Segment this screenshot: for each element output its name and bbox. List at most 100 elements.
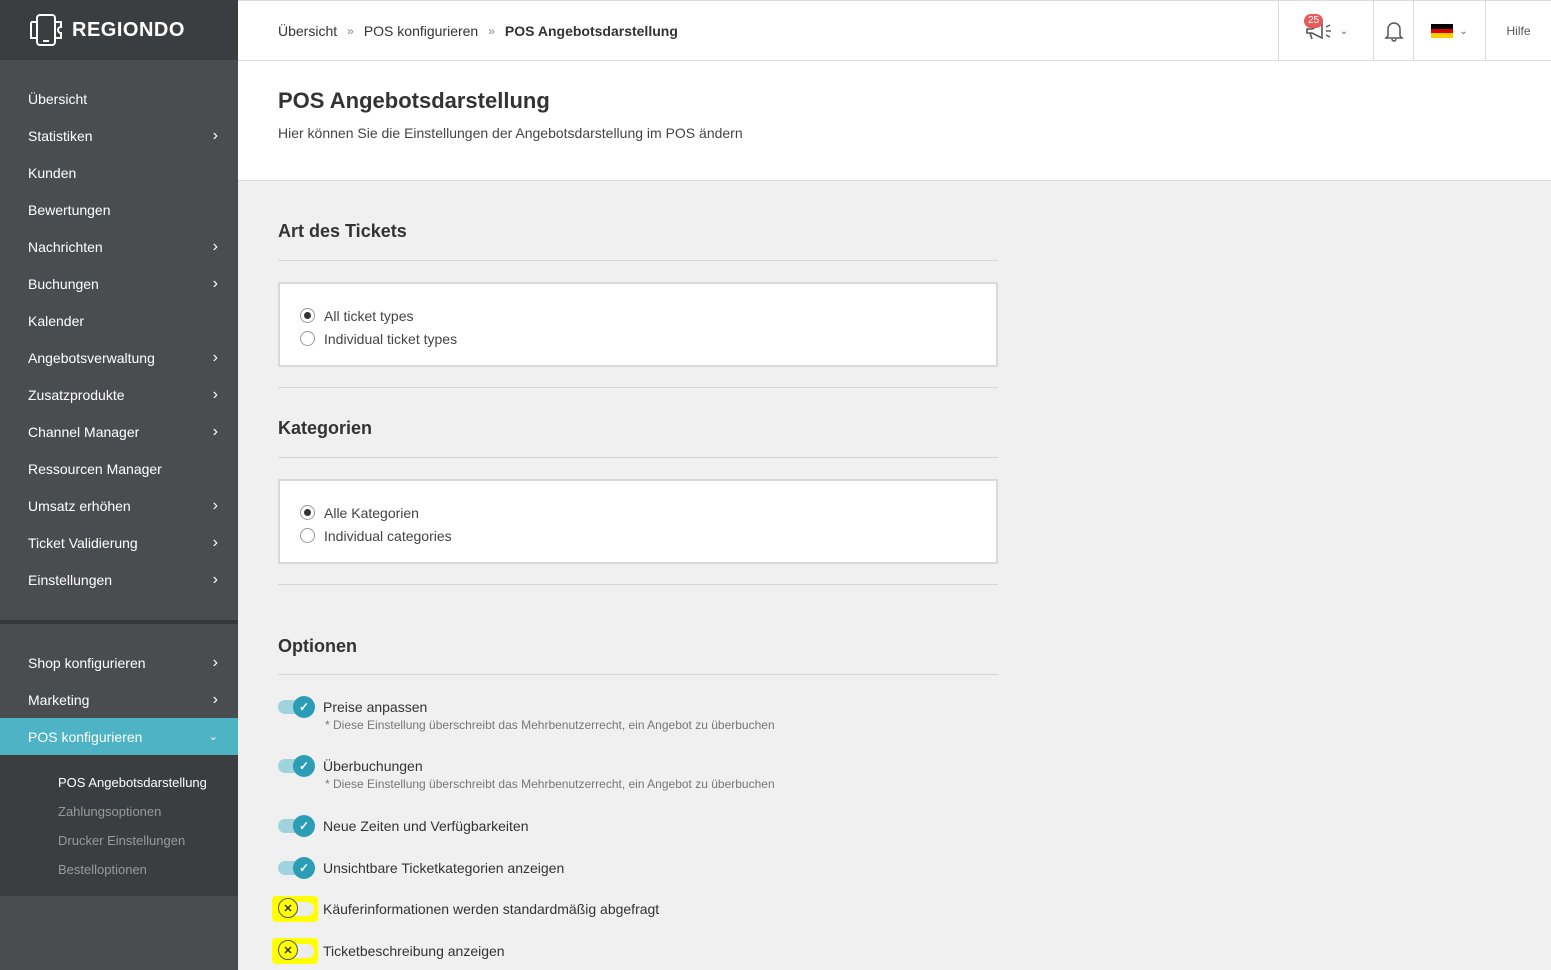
sidebar-item-label: Bewertungen xyxy=(28,201,111,218)
radio-individual-categories[interactable]: Individual categories xyxy=(300,524,976,547)
toggle-switch[interactable]: ✓ xyxy=(278,857,316,879)
check-icon: ✓ xyxy=(293,815,315,837)
chevron-right-icon: › xyxy=(212,570,218,588)
check-icon: ✓ xyxy=(293,857,315,879)
ticket-type-radio-group: All ticket types Individual ticket types xyxy=(278,282,998,367)
sidebar-item-kalender[interactable]: Kalender xyxy=(0,302,238,339)
chevron-right-icon: › xyxy=(212,237,218,255)
chevron-right-icon: › xyxy=(212,422,218,440)
chevron-right-icon: › xyxy=(212,496,218,514)
sidebar-item-pos-konfigurieren[interactable]: POS konfigurieren ⌄ xyxy=(0,718,238,755)
chevron-right-icon: › xyxy=(212,690,218,708)
regiondo-logo-icon xyxy=(30,14,62,46)
subnav-item-bestelloptionen[interactable]: Bestelloptionen xyxy=(0,855,238,884)
sidebar-item-label: Buchungen xyxy=(28,275,99,292)
divider xyxy=(278,260,998,261)
option-note: * Diese Einstellung überschreibt das Meh… xyxy=(325,718,775,732)
radio-button-checked xyxy=(300,505,315,520)
help-link[interactable]: Hilfe xyxy=(1485,1,1551,61)
sidebar-item-ticket-validierung[interactable]: Ticket Validierung › xyxy=(0,524,238,561)
sidebar-item-angebotsverwaltung[interactable]: Angebotsverwaltung › xyxy=(0,339,238,376)
chevron-right-icon: › xyxy=(212,274,218,292)
page-header: POS Angebotsdarstellung Hier können Sie … xyxy=(238,61,1551,181)
sidebar-item-label: Kunden xyxy=(28,164,77,181)
option-label: Unsichtbare Ticketkategorien anzeigen xyxy=(323,860,565,876)
brand-name: REGIONDO xyxy=(72,18,185,41)
toggle-switch[interactable]: ✓ xyxy=(278,755,316,777)
option-kaeuferinformationen: ✕ Käuferinformationen werden standardmäß… xyxy=(272,896,660,922)
radio-button-checked xyxy=(300,308,315,323)
subnav-item-zahlungsoptionen[interactable]: Zahlungsoptionen xyxy=(0,797,238,826)
option-label: Ticketbeschreibung anzeigen xyxy=(323,943,505,959)
logo[interactable]: REGIONDO xyxy=(0,0,238,60)
page-subtitle: Hier können Sie die Einstellungen der An… xyxy=(278,125,743,141)
sidebar-item-statistiken[interactable]: Statistiken › xyxy=(0,117,238,154)
notification-count-badge: 25 xyxy=(1304,14,1324,28)
radio-label: Alle Kategorien xyxy=(324,504,419,521)
section-title-options: Optionen xyxy=(278,636,357,656)
sidebar-item-nachrichten[interactable]: Nachrichten › xyxy=(0,228,238,265)
option-neue-zeiten: ✓ Neue Zeiten und Verfügbarkeiten xyxy=(278,815,528,837)
radio-label: Individual ticket types xyxy=(324,330,458,347)
close-icon: ✕ xyxy=(278,940,298,960)
page-title: POS Angebotsdarstellung xyxy=(278,88,550,113)
divider xyxy=(278,584,998,585)
sidebar-item-kunden[interactable]: Kunden xyxy=(0,154,238,191)
sidebar-item-label: Umsatz erhöhen xyxy=(28,497,131,514)
close-icon: ✕ xyxy=(278,898,298,918)
chevron-right-icon: › xyxy=(212,653,218,671)
option-label: Käuferinformationen werden standardmäßig… xyxy=(323,901,660,917)
breadcrumb-separator: » xyxy=(347,24,354,38)
breadcrumb-item[interactable]: POS konfigurieren xyxy=(364,23,478,39)
sidebar-item-umsatz-erhoehen[interactable]: Umsatz erhöhen › xyxy=(0,487,238,524)
option-label: Neue Zeiten und Verfügbarkeiten xyxy=(323,818,529,834)
divider xyxy=(278,387,998,388)
sidebar-item-label: Übersicht xyxy=(28,90,88,107)
radio-individual-ticket-types[interactable]: Individual ticket types xyxy=(300,327,976,350)
toggle-switch[interactable]: ✕ xyxy=(272,938,318,964)
divider xyxy=(278,457,998,458)
toggle-switch[interactable]: ✓ xyxy=(278,815,316,837)
sidebar-item-zusatzprodukte[interactable]: Zusatzprodukte › xyxy=(0,376,238,413)
option-note: * Diese Einstellung überschreibt das Meh… xyxy=(325,777,775,791)
sidebar-item-label: Shop konfigurieren xyxy=(28,654,146,671)
language-selector[interactable]: ⌄ xyxy=(1413,1,1485,61)
sidebar-item-label: Einstellungen xyxy=(28,571,113,588)
radio-alle-kategorien[interactable]: Alle Kategorien xyxy=(300,501,976,524)
sidebar-item-label: Ressourcen Manager xyxy=(28,460,162,477)
sidebar-item-ressourcen-manager[interactable]: Ressourcen Manager xyxy=(0,450,238,487)
promotions-button[interactable]: 25 ⌄ xyxy=(1278,1,1373,61)
flag-de-icon xyxy=(1431,24,1454,38)
sidebar-item-label: POS konfigurieren xyxy=(28,728,143,745)
sidebar-item-bewertungen[interactable]: Bewertungen xyxy=(0,191,238,228)
chevron-right-icon: › xyxy=(212,533,218,551)
sidebar-item-label: Ticket Validierung xyxy=(28,534,138,551)
notifications-button[interactable] xyxy=(1373,1,1413,61)
divider xyxy=(278,674,998,675)
sidebar-item-marketing[interactable]: Marketing › xyxy=(0,681,238,718)
sidebar-item-label: Angebotsverwaltung xyxy=(28,349,155,366)
toggle-switch[interactable]: ✓ xyxy=(278,696,316,718)
section-title-ticket-type: Art des Tickets xyxy=(278,221,407,241)
radio-label: Individual categories xyxy=(324,527,452,544)
sidebar-item-channel-manager[interactable]: Channel Manager › xyxy=(0,413,238,450)
categories-radio-group: Alle Kategorien Individual categories xyxy=(278,479,998,564)
option-label: Preise anpassen xyxy=(323,699,428,715)
radio-all-ticket-types[interactable]: All ticket types xyxy=(300,304,976,327)
toggle-switch[interactable]: ✕ xyxy=(272,896,318,922)
subnav-item-drucker-einstellungen[interactable]: Drucker Einstellungen xyxy=(0,826,238,855)
sidebar-item-shop-konfigurieren[interactable]: Shop konfigurieren › xyxy=(0,644,238,681)
sidebar-item-buchungen[interactable]: Buchungen › xyxy=(0,265,238,302)
sidebar-item-label: Channel Manager xyxy=(28,423,140,440)
radio-button xyxy=(300,528,315,543)
sidebar-item-einstellungen[interactable]: Einstellungen › xyxy=(0,561,238,598)
subnav-item-pos-angebotsdarstellung[interactable]: POS Angebotsdarstellung xyxy=(0,768,238,797)
breadcrumb: Übersicht » POS konfigurieren » POS Ange… xyxy=(278,1,678,61)
chevron-down-icon: ⌄ xyxy=(1339,25,1349,37)
radio-button xyxy=(300,331,315,346)
sidebar-item-label: Nachrichten xyxy=(28,238,103,255)
breadcrumb-item[interactable]: Übersicht xyxy=(278,23,337,39)
radio-label: All ticket types xyxy=(324,307,414,324)
sidebar-item-uebersicht[interactable]: Übersicht xyxy=(0,80,238,117)
check-icon: ✓ xyxy=(293,696,315,718)
